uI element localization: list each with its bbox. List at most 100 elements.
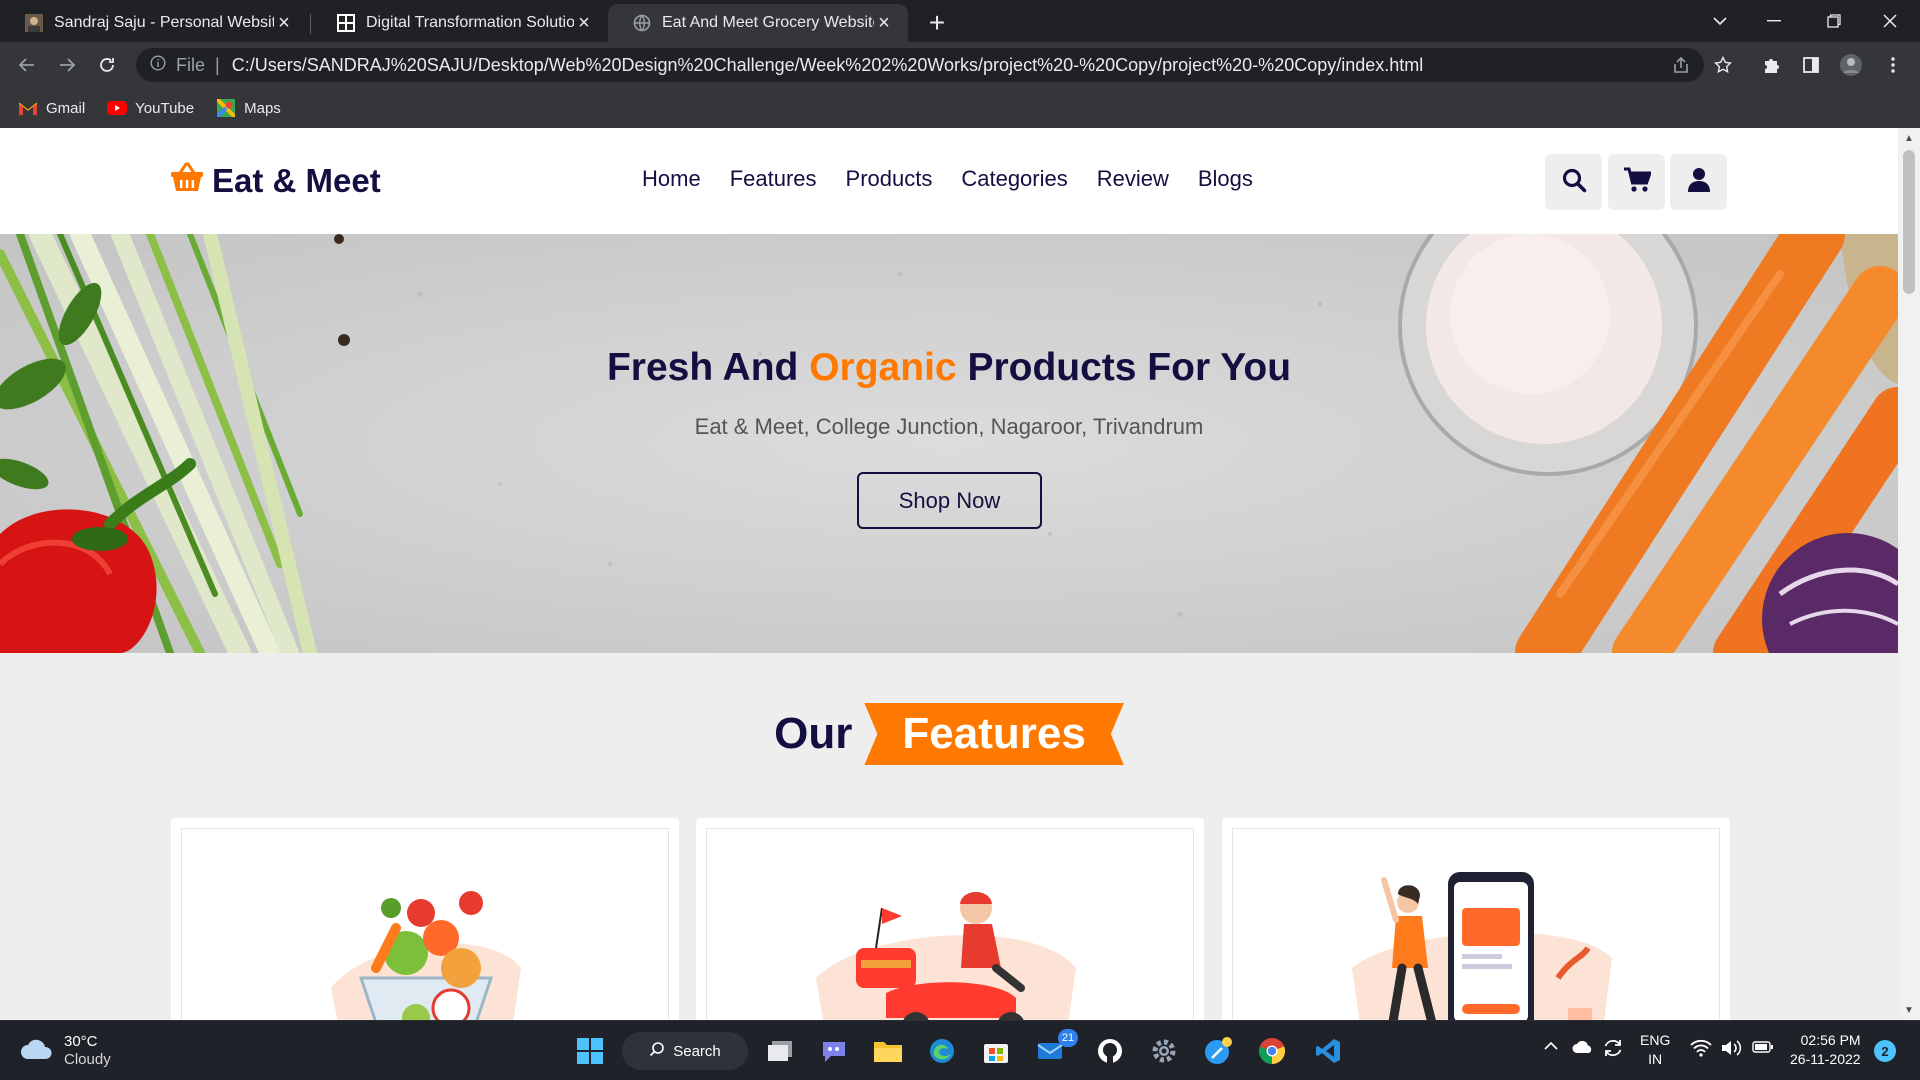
browser-tab-bar: Sandraj Saju - Personal Website × Digita… <box>0 0 1920 42</box>
clock-time: 02:56 PM <box>1800 1032 1861 1048</box>
wifi-icon[interactable] <box>1690 1039 1712 1057</box>
clock-date: 26-11-2022 <box>1790 1051 1861 1067</box>
gmail-icon <box>18 100 38 116</box>
close-tab-icon[interactable]: × <box>274 12 294 34</box>
globe-icon <box>632 13 652 33</box>
scroll-down-icon[interactable]: ▼ <box>1898 1002 1920 1018</box>
browser-tab-personal-website[interactable]: Sandraj Saju - Personal Website × <box>0 4 308 42</box>
url-text[interactable]: C:/Users/SANDRAJ%20SAJU/Desktop/Web%20De… <box>232 55 1424 76</box>
bookmark-label: Maps <box>244 99 281 117</box>
nav-link-review[interactable]: Review <box>1097 166 1169 192</box>
shopping-basket-icon <box>170 162 204 200</box>
tab-title: Sandraj Saju - Personal Website <box>54 14 274 31</box>
nav-link-home[interactable]: Home <box>642 166 701 192</box>
hero-title-accent: Organic <box>809 346 957 389</box>
page-scrollbar[interactable]: ▲ ▼ <box>1898 128 1920 1020</box>
close-tab-icon[interactable]: × <box>874 12 894 34</box>
system-clock[interactable]: 02:56 PM 26-11-2022 <box>1790 1031 1861 1069</box>
info-icon[interactable] <box>150 54 166 76</box>
bookmark-gmail[interactable]: Gmail <box>18 100 85 117</box>
weather-widget[interactable]: 30°C Cloudy <box>20 1033 111 1069</box>
reload-icon[interactable] <box>92 50 122 80</box>
weather-temperature: 30°C <box>64 1033 98 1050</box>
close-window-icon[interactable] <box>1862 0 1918 42</box>
scrollbar-thumb[interactable] <box>1903 150 1915 294</box>
profile-avatar-icon[interactable] <box>1836 50 1866 80</box>
back-arrow-icon[interactable] <box>12 50 42 80</box>
nav-link-products[interactable]: Products <box>846 166 933 192</box>
quick-assist-icon[interactable] <box>1200 1033 1236 1069</box>
youtube-icon <box>107 100 128 116</box>
bookmark-star-icon[interactable] <box>1708 50 1738 80</box>
notification-count-badge[interactable]: 2 <box>1874 1040 1896 1062</box>
search-button[interactable] <box>1545 154 1602 210</box>
browser-menu-icon[interactable] <box>1878 50 1908 80</box>
new-tab-button[interactable]: + <box>922 7 952 38</box>
tab-search-chevron-icon[interactable] <box>1692 0 1748 42</box>
delivery-scooter-illustration <box>816 892 1076 1020</box>
file-explorer-icon[interactable] <box>870 1033 906 1069</box>
maps-icon <box>216 99 236 117</box>
site-logo[interactable]: Eat & Meet <box>170 162 381 200</box>
hero-title-part1: Fresh And <box>606 346 799 389</box>
forward-arrow-icon[interactable] <box>52 50 82 80</box>
show-hidden-icons-chevron-icon[interactable] <box>1544 1041 1558 1051</box>
address-bar[interactable]: File | C:/Users/SANDRAJ%20SAJU/Desktop/W… <box>136 48 1704 82</box>
microsoft-store-icon[interactable] <box>978 1033 1014 1069</box>
nav-link-categories[interactable]: Categories <box>961 166 1067 192</box>
side-panel-icon[interactable] <box>1796 50 1826 80</box>
nav-link-blogs[interactable]: Blogs <box>1198 166 1253 192</box>
edge-browser-icon[interactable] <box>924 1033 960 1069</box>
ust-logo-icon <box>336 13 356 33</box>
hero-title-part2: Products For You <box>967 346 1292 389</box>
bookmark-label: YouTube <box>135 99 195 117</box>
cart-button[interactable] <box>1608 154 1665 210</box>
fresh-vegetables-basket-illustration <box>331 891 521 1020</box>
features-heading: Our Features <box>0 703 1898 765</box>
mail-unread-badge: 21 <box>1058 1029 1078 1047</box>
onedrive-cloud-icon[interactable] <box>1572 1039 1594 1055</box>
windows-taskbar: 30°C Cloudy Search 21 ENG IN 02:56 PM 26… <box>0 1020 1920 1080</box>
share-icon[interactable] <box>1666 50 1696 80</box>
nav-link-features[interactable]: Features <box>730 166 817 192</box>
bookmark-youtube[interactable]: YouTube <box>107 100 194 117</box>
taskbar-search-label: Search <box>673 1042 721 1060</box>
hero-title: Fresh And Organic Products For You <box>0 346 1898 390</box>
scheme-divider: | <box>215 54 220 75</box>
cart-icon <box>1623 167 1652 198</box>
restore-icon[interactable] <box>1806 0 1862 42</box>
main-navigation: Home Features Products Categories Review… <box>642 166 1282 192</box>
vscode-icon[interactable] <box>1310 1033 1346 1069</box>
site-header: Eat & Meet Home Features Products Catego… <box>0 128 1898 234</box>
browser-toolbar: File | C:/Users/SANDRAJ%20SAJU/Desktop/W… <box>0 42 1920 88</box>
windows-start-icon[interactable] <box>572 1033 608 1069</box>
tab-title: Eat And Meet Grocery Website <box>662 14 874 31</box>
chrome-browser-icon[interactable] <box>1254 1033 1290 1069</box>
magnifier-icon <box>649 1041 665 1061</box>
task-view-icon[interactable] <box>762 1033 798 1069</box>
page-viewport: Eat & Meet Home Features Products Catego… <box>0 128 1920 1020</box>
extensions-puzzle-icon[interactable] <box>1756 50 1786 80</box>
cloud-icon <box>20 1037 54 1066</box>
profile-photo-icon <box>24 13 44 33</box>
bookmark-maps[interactable]: Maps <box>216 99 281 117</box>
browser-tab-digital-transformation[interactable]: Digital Transformation Solutions × <box>312 4 608 42</box>
battery-icon[interactable] <box>1752 1041 1774 1053</box>
tab-title: Digital Transformation Solutions <box>366 14 574 31</box>
mobile-payment-illustration <box>1352 872 1612 1020</box>
volume-icon[interactable] <box>1720 1039 1742 1057</box>
minimize-icon[interactable] <box>1746 0 1802 42</box>
close-tab-icon[interactable]: × <box>574 12 594 34</box>
sync-icon[interactable] <box>1602 1037 1624 1059</box>
user-account-button[interactable] <box>1670 154 1727 210</box>
github-icon[interactable] <box>1092 1033 1128 1069</box>
taskbar-search-button[interactable]: Search <box>622 1032 748 1070</box>
language-indicator[interactable]: ENG IN <box>1640 1031 1670 1069</box>
tab-divider <box>310 14 311 34</box>
search-icon <box>1561 167 1587 198</box>
scroll-up-icon[interactable]: ▲ <box>1898 130 1920 146</box>
browser-tab-eat-and-meet[interactable]: Eat And Meet Grocery Website × <box>608 4 908 42</box>
settings-gear-icon[interactable] <box>1146 1033 1182 1069</box>
teams-chat-icon[interactable] <box>816 1033 852 1069</box>
shop-now-button[interactable]: Shop Now <box>857 472 1042 529</box>
